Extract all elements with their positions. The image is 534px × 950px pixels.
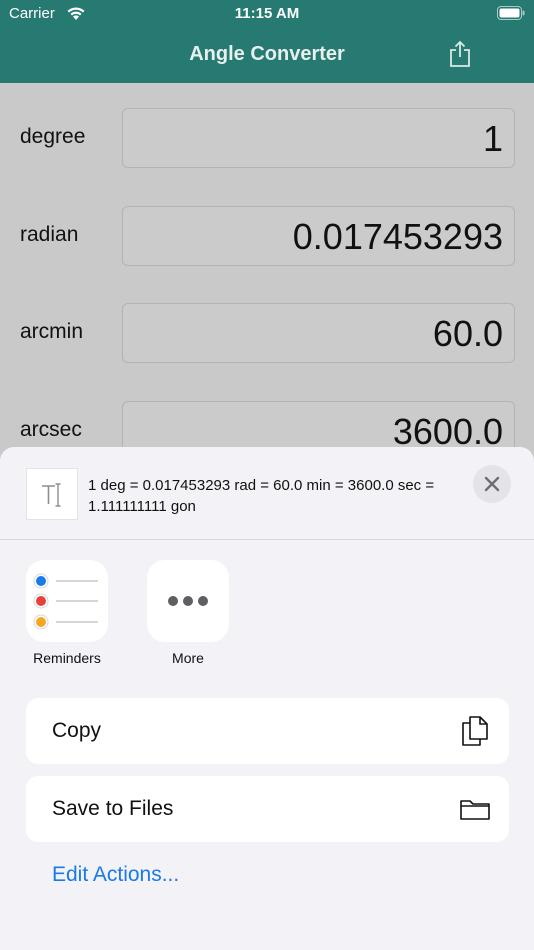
share-sheet: 1 deg = 0.017453293 rad = 60.0 min = 360… xyxy=(0,447,534,950)
share-icon[interactable] xyxy=(448,40,472,68)
text-icon xyxy=(42,483,61,507)
preview-thumbnail xyxy=(26,468,78,520)
row-radian: radian 0.017453293 xyxy=(0,206,534,266)
copy-action[interactable]: Copy xyxy=(26,698,509,764)
action-label: Save to Files xyxy=(52,797,174,820)
navigation-bar: Carrier 11:15 AM Angle Converter xyxy=(0,0,534,83)
row-label: arcmin xyxy=(20,320,84,343)
status-bar: Carrier 11:15 AM xyxy=(0,0,534,28)
action-label: Copy xyxy=(52,719,102,742)
more-app-button[interactable] xyxy=(147,560,229,642)
preview-text: 1 deg = 0.017453293 rad = 60.0 min = 360… xyxy=(88,477,435,515)
arcmin-input[interactable]: 60.0 xyxy=(122,303,515,363)
copy-icon xyxy=(462,716,488,746)
close-button[interactable] xyxy=(473,465,511,503)
app-label-more: More xyxy=(172,650,204,666)
reminders-icon xyxy=(33,573,98,630)
share-preview: 1 deg = 0.017453293 rad = 60.0 min = 360… xyxy=(0,447,534,540)
status-time: 11:15 AM xyxy=(234,5,300,22)
save-to-files-action[interactable]: Save to Files xyxy=(26,776,509,842)
app-label-reminders: Reminders xyxy=(33,650,101,666)
folder-icon xyxy=(460,800,490,820)
edit-actions-link[interactable]: Edit Actions... xyxy=(52,863,179,887)
battery-icon xyxy=(497,6,525,20)
more-icon xyxy=(168,596,208,606)
row-degree: degree 1 xyxy=(0,108,534,168)
radian-input[interactable]: 0.017453293 xyxy=(122,206,515,266)
row-label: arcsec xyxy=(20,418,82,441)
reminders-app-button[interactable] xyxy=(26,560,108,642)
close-icon xyxy=(484,476,500,492)
degree-input[interactable]: 1 xyxy=(122,108,515,168)
row-label: degree xyxy=(20,125,86,148)
row-arcmin: arcmin 60.0 xyxy=(0,303,534,363)
row-label: radian xyxy=(20,223,79,246)
